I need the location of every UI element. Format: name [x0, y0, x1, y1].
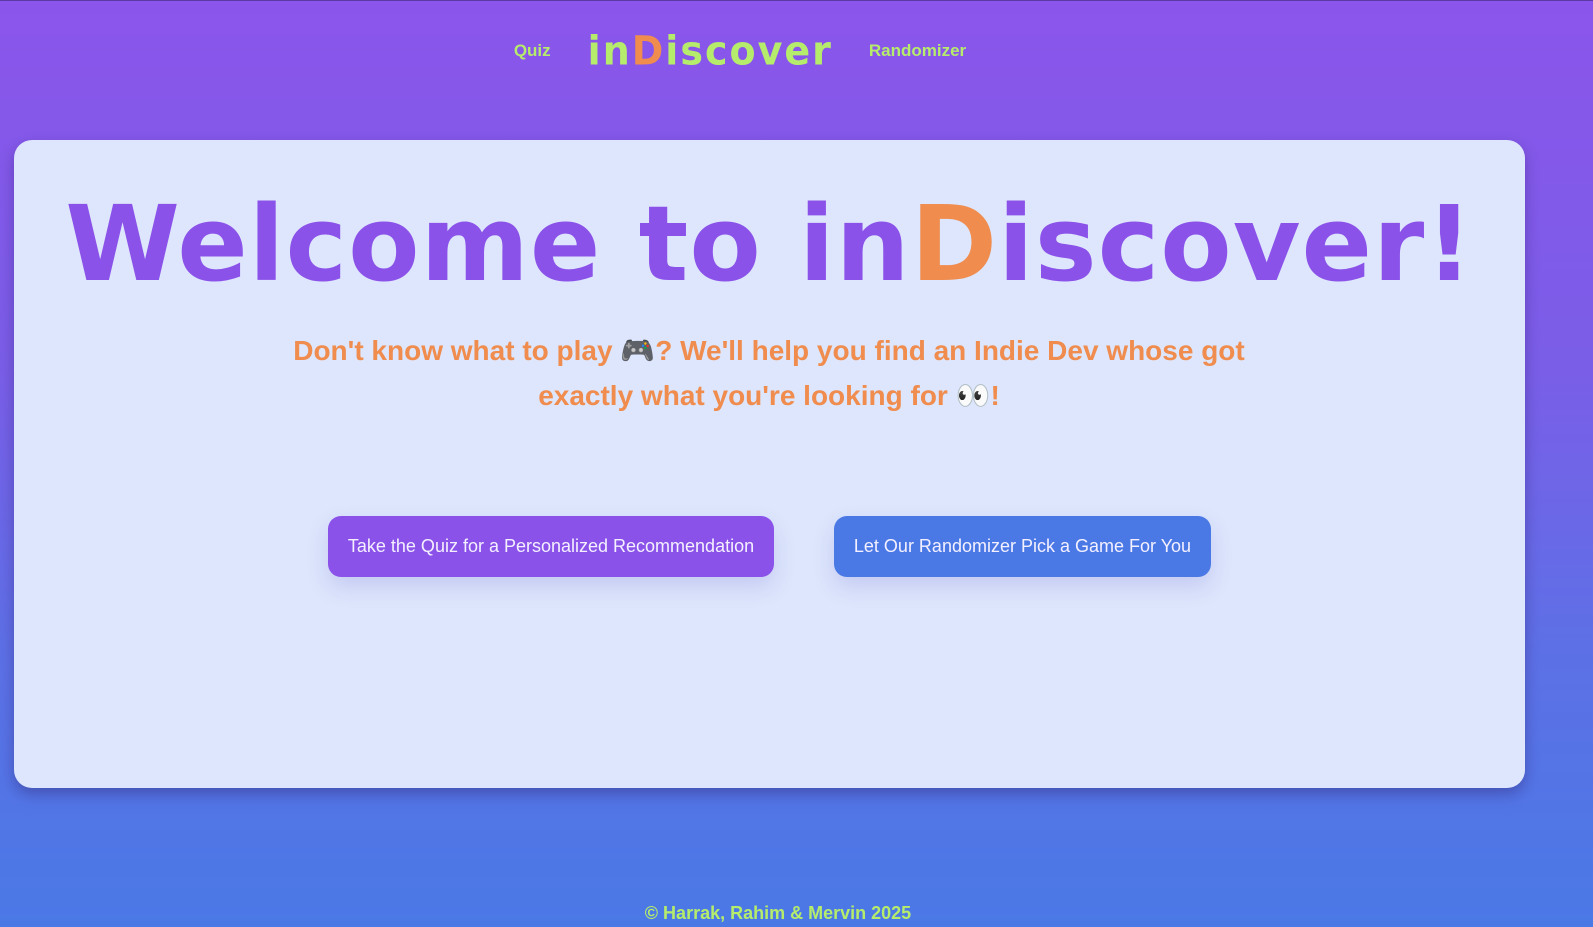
game-controller-icon: 🎮 [620, 334, 656, 367]
footer-copyright: © Harrak, Rahim & Mervin 2025 [644, 903, 912, 923]
hero-card: Welcome to inDiscover! Don't know what t… [14, 140, 1525, 788]
headline-highlight: D [910, 183, 999, 305]
logo[interactable]: inDiscover [588, 31, 833, 71]
eyes-icon: 👀 [955, 379, 991, 412]
nav-quiz-link[interactable]: Quiz [514, 41, 551, 61]
subtitle-text-1: Don't know what to play [293, 335, 621, 366]
top-nav: Quiz inDiscover Randomizer [0, 26, 1480, 76]
logo-highlight: D [631, 27, 666, 75]
top-border [0, 0, 1593, 1]
logo-suffix: iscover [665, 27, 833, 75]
take-quiz-button[interactable]: Take the Quiz for a Personalized Recomme… [328, 516, 774, 577]
page-title: Welcome to inDiscover! [14, 192, 1525, 296]
randomizer-button[interactable]: Let Our Randomizer Pick a Game For You [834, 516, 1211, 577]
logo-prefix: in [587, 27, 632, 75]
headline-prefix: Welcome to in [65, 183, 911, 305]
nav-randomizer-link[interactable]: Randomizer [869, 41, 966, 61]
subtitle: Don't know what to play 🎮? We'll help yo… [284, 328, 1254, 418]
headline-suffix: iscover! [998, 183, 1474, 305]
subtitle-text-3: ! [990, 380, 1000, 411]
